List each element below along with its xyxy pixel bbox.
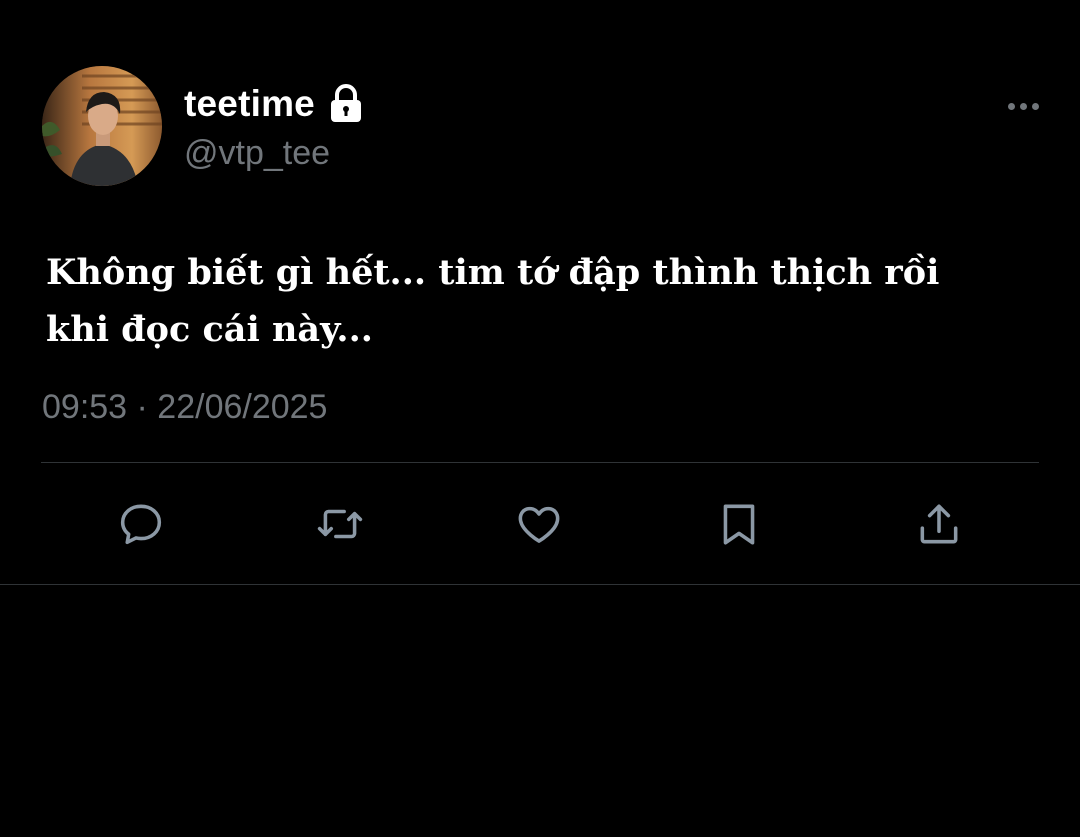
lock-icon bbox=[329, 84, 363, 124]
display-name-row[interactable]: teetime bbox=[184, 80, 363, 128]
divider bbox=[41, 462, 1039, 463]
tweet-timestamp[interactable]: 09:53 · 22/06/2025 bbox=[42, 388, 327, 427]
more-horizontal-icon bbox=[1007, 102, 1015, 110]
bookmark-button[interactable] bbox=[713, 498, 765, 550]
tweet-screen: teetime @vtp_tee Không biết gì hết... ti… bbox=[0, 0, 1080, 837]
reply-icon bbox=[120, 504, 162, 545]
share-icon bbox=[920, 504, 958, 544]
share-button[interactable] bbox=[913, 498, 965, 550]
more-options-button[interactable] bbox=[1000, 92, 1046, 120]
tweet-text: Không biết gì hết... tim tớ đập thình th… bbox=[46, 252, 940, 350]
heart-icon bbox=[518, 506, 560, 543]
retweet-icon bbox=[317, 509, 363, 539]
avatar-image bbox=[42, 66, 162, 186]
user-handle[interactable]: @vtp_tee bbox=[184, 134, 330, 173]
bottom-divider bbox=[0, 584, 1080, 585]
retweet-button[interactable] bbox=[314, 498, 366, 550]
avatar[interactable] bbox=[42, 66, 162, 186]
reply-button[interactable] bbox=[115, 498, 167, 550]
more-dot bbox=[1019, 102, 1027, 110]
like-button[interactable] bbox=[513, 498, 565, 550]
display-name[interactable]: teetime bbox=[184, 83, 315, 125]
more-dot bbox=[1031, 102, 1039, 110]
bookmark-icon bbox=[723, 504, 755, 545]
